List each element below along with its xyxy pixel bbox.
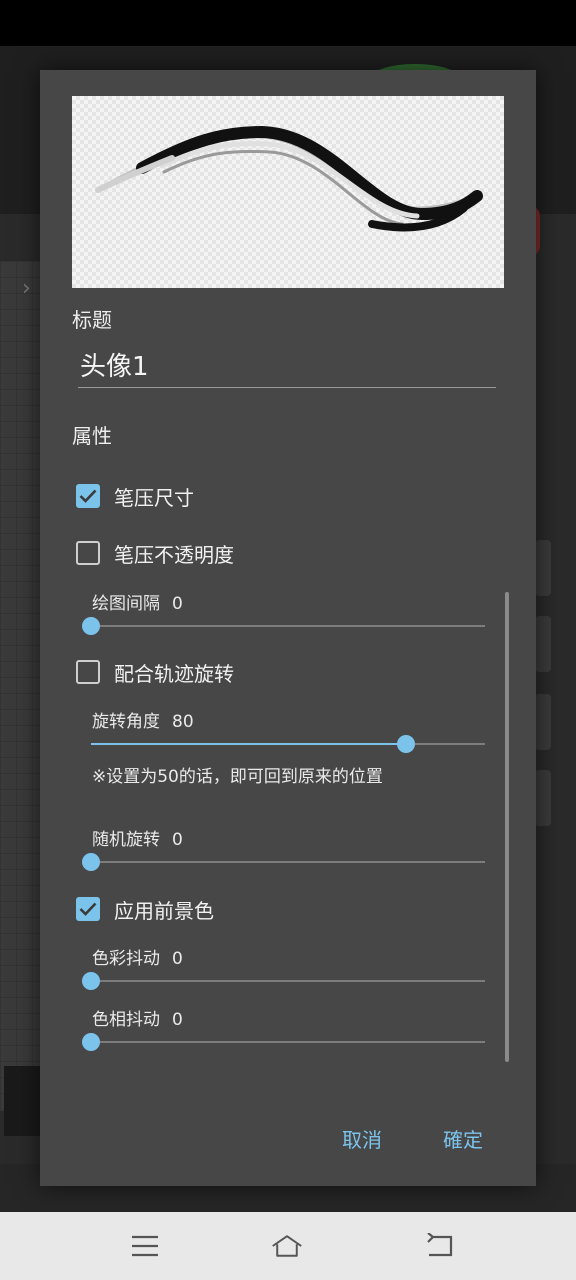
color-jitter-value: 0 [172,949,183,969]
background-panel [535,694,551,750]
rotation-note: ※设置为50的话，即可回到原来的位置 [92,767,383,787]
brush-stroke-preview [72,96,504,288]
rotation-angle-slider-label: 旋转角度 80 [92,707,194,732]
back-icon[interactable] [424,1230,456,1262]
background-panel [535,616,551,672]
rotation-angle-label-text: 旋转角度 [92,712,160,732]
background-tab [4,1066,40,1136]
slider-thumb[interactable] [82,617,100,635]
spacing-label-text: 绘图间隔 [92,594,160,614]
ok-button[interactable]: 確定 [443,1124,483,1153]
checkbox-checked-icon[interactable] [76,897,100,921]
spacing-slider[interactable] [82,617,485,635]
random-rotation-slider-label: 随机旋转 0 [92,825,183,850]
random-rotation-label-text: 随机旋转 [92,830,160,850]
rotation-angle-slider[interactable] [91,735,485,753]
chevron-right-icon: › [22,276,31,301]
pressure-opacity-checkbox[interactable]: 笔压不透明度 [76,537,234,569]
slider-thumb[interactable] [82,853,100,871]
slider-thumb[interactable] [82,1033,100,1051]
rotation-angle-value: 80 [172,712,194,732]
brush-stroke-image [95,125,483,232]
hue-jitter-slider-label: 色相抖动 0 [92,1005,183,1030]
background-panel [535,540,551,596]
title-section-label: 标题 [72,308,112,332]
menu-icon[interactable] [129,1230,161,1262]
slider-fill [91,743,406,745]
background-panel [535,770,551,826]
pressure-size-label: 笔压尺寸 [114,485,194,510]
follow-rotation-label: 配合轨迹旋转 [114,661,234,686]
status-bar [0,0,576,46]
brush-settings-dialog: 标题 属性 笔压尺寸 笔压不透明度 绘图间隔 0 配合轨迹旋转 旋转角度 80 ※设… [40,70,536,1186]
hue-jitter-label-text: 色相抖动 [92,1010,160,1030]
pressure-opacity-label: 笔压不透明度 [114,542,234,567]
hue-jitter-value: 0 [172,1010,183,1030]
color-jitter-slider-label: 色彩抖动 0 [92,944,183,969]
pressure-size-checkbox[interactable]: 笔压尺寸 [76,480,194,512]
properties-section-label: 属性 [72,424,112,448]
checkbox-checked-icon[interactable] [76,484,100,508]
follow-rotation-checkbox[interactable]: 配合轨迹旋转 [76,656,234,688]
random-rotation-value: 0 [172,830,183,850]
color-jitter-label-text: 色彩抖动 [92,949,160,969]
spacing-slider-label: 绘图间隔 0 [92,589,183,614]
checkbox-unchecked-icon[interactable] [76,660,100,684]
apply-foreground-color-label: 应用前景色 [114,898,214,923]
system-navigation-bar [0,1212,576,1280]
color-jitter-slider[interactable] [82,972,485,990]
checkbox-unchecked-icon[interactable] [76,541,100,565]
slider-thumb[interactable] [397,735,415,753]
apply-foreground-color-checkbox[interactable]: 应用前景色 [76,893,214,925]
home-icon[interactable] [271,1230,303,1262]
random-rotation-slider[interactable] [82,853,485,871]
spacing-value: 0 [172,594,183,614]
slider-thumb[interactable] [82,972,100,990]
title-input[interactable] [78,342,496,388]
dialog-scrollbar[interactable] [505,592,509,1062]
cancel-button[interactable]: 取消 [342,1124,382,1153]
hue-jitter-slider[interactable] [82,1033,485,1051]
